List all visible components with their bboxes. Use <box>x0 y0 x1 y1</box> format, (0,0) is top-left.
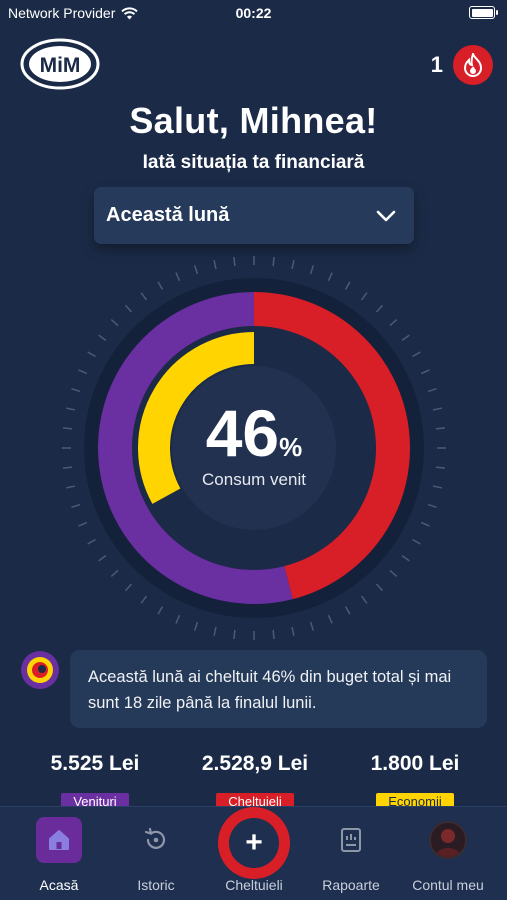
gauge-tick <box>412 351 421 358</box>
gauge-tick <box>375 583 384 592</box>
gauge-tick <box>124 304 133 313</box>
battery-icon <box>469 6 498 19</box>
nav-history[interactable]: Istoric <box>106 817 206 893</box>
gauge-tick <box>98 554 107 562</box>
stats-row: 5.525 Lei Venituri 2.528,9 Lei Cheltuiel… <box>0 752 507 811</box>
gauge-tick <box>175 614 181 624</box>
gauge-tick <box>389 569 398 578</box>
gauge-tick <box>389 318 398 327</box>
streak-indicator[interactable]: 1 <box>431 45 493 85</box>
gauge-tick <box>291 626 295 636</box>
period-selected-label: Această lună <box>106 204 230 226</box>
gauge-tick <box>420 521 430 527</box>
gauge-tick <box>327 272 333 282</box>
gauge-tick <box>213 626 217 636</box>
consumption-gauge: 46% Consum venit <box>58 252 450 644</box>
gauge-tick <box>344 281 351 290</box>
gauge-tick <box>213 260 217 270</box>
nav-home-label: Acasă <box>39 877 79 893</box>
gauge-tick <box>401 334 410 342</box>
greeting-title: Salut, Mihnea! <box>129 100 378 141</box>
logo-text: MiM <box>40 54 81 77</box>
gauge-tick <box>309 621 315 631</box>
gauge-label: Consum venit <box>202 470 306 489</box>
nav-expenses[interactable]: + Cheltuieli <box>204 807 304 893</box>
home-icon <box>36 817 82 863</box>
gauge-tick <box>272 629 275 640</box>
gauge-tick <box>78 369 88 375</box>
gauge-tick <box>344 606 351 615</box>
gauge-tick <box>110 318 119 327</box>
reports-icon <box>328 817 374 863</box>
chevron-down-icon <box>376 210 396 221</box>
gauge-tick <box>291 260 295 270</box>
gauge-tick <box>233 629 236 640</box>
gauge-tick <box>87 538 96 545</box>
gauge-tick <box>309 265 315 275</box>
gauge-tick <box>375 304 384 313</box>
add-expense-button[interactable]: + <box>218 807 290 879</box>
nav-reports[interactable]: Rapoarte <box>301 817 401 893</box>
gauge-tick <box>272 256 275 267</box>
gauge-tick <box>420 369 430 375</box>
mim-logo: MiM <box>20 38 100 90</box>
gauge-tick <box>427 503 437 509</box>
stat-savings-value: 1.800 Lei <box>370 752 460 775</box>
gauge-tick <box>78 521 88 527</box>
gauge-tick <box>98 334 107 342</box>
gauge-tick <box>140 595 148 604</box>
gauge-tick <box>360 292 368 301</box>
status-time: 00:22 <box>235 5 272 21</box>
summary-message: Această lună ai cheltuit 46% din buget t… <box>70 650 487 728</box>
stat-expenses-value: 2.528,9 Lei <box>201 752 309 775</box>
gauge-percent-number: 46 <box>205 396 280 470</box>
plus-icon: + <box>229 818 279 868</box>
assistant-avatar <box>21 651 59 689</box>
nav-home[interactable]: Acasă <box>9 817 109 893</box>
history-icon <box>133 817 179 863</box>
gauge-tick <box>193 265 199 275</box>
gauge-tick <box>124 583 133 592</box>
gauge-tick <box>110 569 119 578</box>
nav-reports-label: Rapoarte <box>322 877 380 893</box>
status-bar: Network Provider 00:22 <box>0 0 507 28</box>
gauge-tick <box>327 614 333 624</box>
bottom-nav: Acasă Istoric + Cheltuieli Rapoarte Cont… <box>0 806 507 900</box>
gauge-tick <box>157 606 164 615</box>
flame-icon <box>453 45 493 85</box>
gauge-tick <box>87 351 96 358</box>
nav-history-label: Istoric <box>137 877 175 893</box>
gauge-tick <box>427 387 437 393</box>
gauge-tick <box>71 503 81 509</box>
gauge-tick <box>175 272 181 282</box>
streak-count: 1 <box>430 52 443 77</box>
profile-avatar <box>425 817 471 863</box>
gauge-value: 46% <box>58 400 450 480</box>
gauge-tick <box>401 554 410 562</box>
stat-income-value: 5.525 Lei <box>50 752 140 775</box>
nav-account[interactable]: Contul meu <box>398 817 498 893</box>
nav-account-label: Contul meu <box>412 877 484 893</box>
gauge-tick <box>233 256 236 267</box>
gauge-tick <box>157 281 164 290</box>
gauge-percent-sign: % <box>279 432 303 462</box>
gauge-tick <box>360 595 368 604</box>
greeting-subtitle: Iată situația ta financiară <box>142 152 365 173</box>
nav-expenses-label: Cheltuieli <box>225 877 283 893</box>
gauge-tick <box>193 621 199 631</box>
period-dropdown[interactable]: Această lună <box>94 187 414 244</box>
gauge-tick <box>140 292 148 301</box>
gauge-tick <box>412 538 421 545</box>
gauge-tick <box>71 387 81 393</box>
